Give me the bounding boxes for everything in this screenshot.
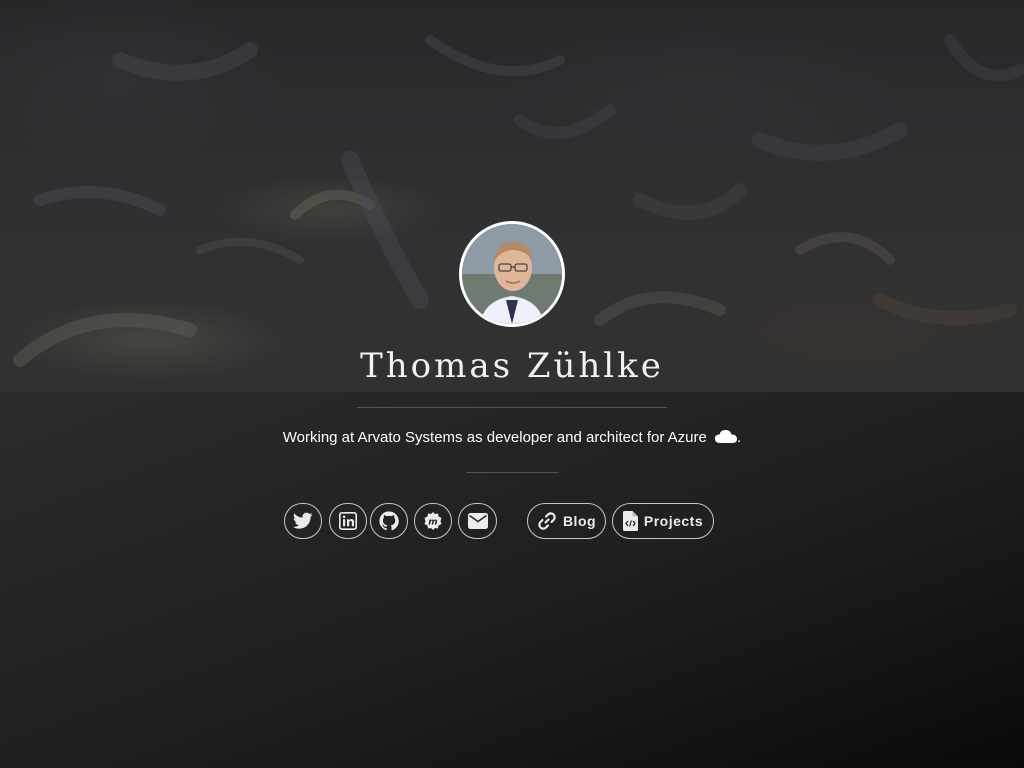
meetup-button[interactable]: m	[414, 503, 452, 539]
svg-text:m: m	[428, 518, 437, 528]
projects-link[interactable]: Projects	[612, 503, 714, 539]
email-icon	[467, 513, 488, 529]
file-code-icon	[622, 511, 638, 531]
profile-tagline: Working at Arvato Systems as developer a…	[0, 429, 1024, 448]
profile-name: Thomas Zühlke	[360, 346, 664, 386]
tagline-suffix: .	[737, 429, 742, 446]
blog-label: Blog	[562, 513, 597, 529]
linkedin-icon	[339, 512, 357, 530]
frosted-leaves-image	[13, 34, 1024, 367]
github-button[interactable]	[370, 503, 408, 539]
email-button[interactable]	[458, 503, 497, 539]
divider	[466, 472, 559, 473]
github-icon	[379, 511, 399, 531]
meetup-icon: m	[424, 512, 442, 530]
link-icon	[538, 512, 556, 530]
divider	[357, 407, 667, 408]
twitter-button[interactable]	[284, 503, 322, 539]
profile-photo	[462, 224, 562, 324]
blog-link[interactable]: Blog	[527, 503, 606, 539]
hero-background	[0, 0, 1024, 392]
cloud-icon	[715, 429, 738, 448]
tagline-text: Working at Arvato Systems as developer a…	[282, 429, 707, 446]
avatar	[459, 221, 565, 327]
twitter-icon	[293, 512, 313, 529]
linkedin-button[interactable]	[329, 503, 367, 539]
projects-label: Projects	[643, 513, 704, 529]
